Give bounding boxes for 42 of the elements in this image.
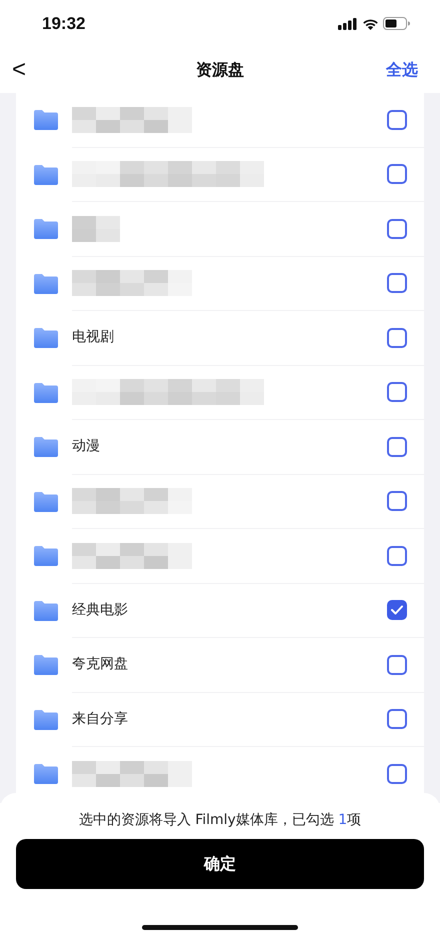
checkbox[interactable] xyxy=(387,436,407,457)
blurred-name xyxy=(72,216,120,242)
check-icon xyxy=(391,605,403,616)
folder-icon xyxy=(34,328,58,348)
folder-name: 夸克网盘 xyxy=(72,655,128,674)
selection-summary: 选中的资源将导入 Filmly媒体库，已勾选 1项 xyxy=(78,811,362,830)
select-all-button[interactable]: 全选 xyxy=(386,58,418,82)
checkbox[interactable] xyxy=(387,491,407,512)
checkbox[interactable] xyxy=(387,218,407,239)
battery-icon xyxy=(383,17,410,30)
folder-icon xyxy=(34,600,58,621)
confirm-button[interactable]: 确定 xyxy=(16,839,424,889)
folder-name: 经典电影 xyxy=(72,600,128,620)
checkbox[interactable] xyxy=(387,654,407,675)
checkbox[interactable] xyxy=(387,273,407,294)
folder-icon xyxy=(34,655,58,676)
folder-name: 来自分享 xyxy=(72,710,128,729)
folder-icon xyxy=(34,274,58,294)
folder-icon xyxy=(34,164,58,185)
signal-icon xyxy=(338,18,358,30)
checkbox[interactable] xyxy=(387,764,407,784)
folder-name: 动漫 xyxy=(72,437,100,456)
folder-icon xyxy=(34,546,58,566)
folder-icon xyxy=(34,382,58,403)
status-time: 19:32 xyxy=(42,12,86,35)
checkbox[interactable] xyxy=(387,328,407,348)
folder-icon xyxy=(34,437,58,458)
folder-name: 电视剧 xyxy=(72,328,114,348)
wifi-icon xyxy=(362,18,379,30)
folder-icon xyxy=(34,110,58,130)
page-title: 资源盘 xyxy=(196,59,244,81)
checkbox[interactable] xyxy=(387,382,407,402)
checkbox[interactable] xyxy=(387,110,407,130)
folder-icon xyxy=(34,219,58,240)
folder-icon xyxy=(34,492,58,512)
folder-icon xyxy=(34,764,58,784)
folder-icon xyxy=(34,710,58,730)
checkbox[interactable] xyxy=(387,546,407,566)
checkbox[interactable] xyxy=(387,709,407,730)
checkbox[interactable] xyxy=(387,164,407,184)
back-button[interactable]: < xyxy=(12,58,26,82)
checkbox[interactable] xyxy=(387,600,407,620)
